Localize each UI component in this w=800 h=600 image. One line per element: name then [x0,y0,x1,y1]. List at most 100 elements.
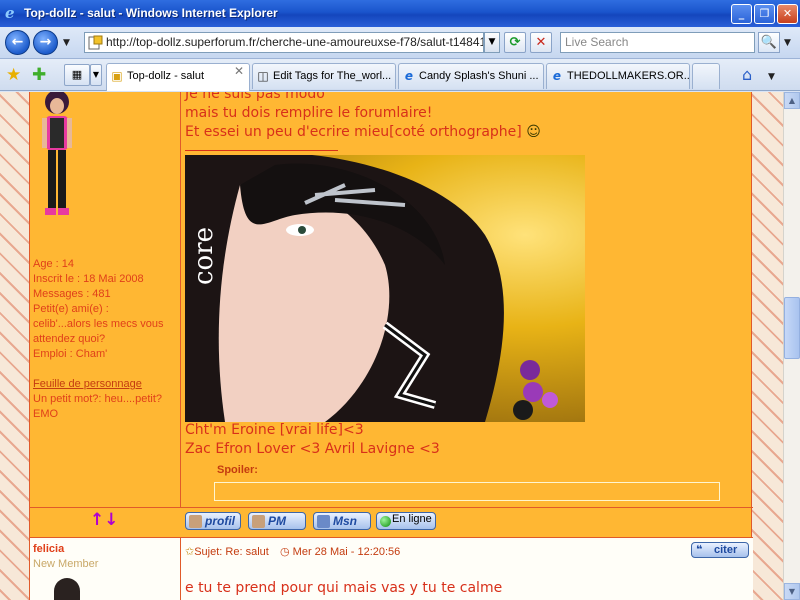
ie-logo-icon: e [5,4,15,22]
url-dropdown-icon[interactable]: ▼ [484,32,500,53]
quick-tabs-icon[interactable]: ▦ [64,64,90,86]
profile-icon [189,515,202,528]
tab-row: ★ ✚ ▦ ▼ ▣ Top-dollz - salut ✕ ◫ Edit Tag… [0,59,800,91]
tab-candy-splash[interactable]: e Candy Splash's Shuni ... [398,63,544,89]
post-line: mais tu dois remplire le forumlaire! [185,105,433,121]
subject-star-icon: ✩ [185,546,195,558]
address-bar-row: ← → ▼ http://top-dollz.superforum.fr/che… [0,27,800,59]
smiley-icon: ☺ [526,124,541,140]
next-post-row: felicia New Member ✩Sujet: Re: salut ◷ M… [30,538,753,600]
clock-icon: ◷ [280,546,290,558]
msn-icon [317,515,330,528]
close-window-button[interactable]: ✕ [777,4,798,24]
tab-ie-icon: e [404,69,414,83]
post-date: ◷ Mer 28 Mai - 12:20:56 [280,545,400,558]
pm-icon [252,515,265,528]
next-author-avatar [54,578,80,600]
back-button[interactable]: ← [5,30,30,55]
profile-button-label: profil [205,514,235,528]
sort-arrows-icon[interactable]: ↑↓ [90,510,119,530]
signature-line: Cht'm Eroine [vrai life]<3 [185,422,364,438]
online-status-label: En ligne [392,513,432,525]
favorites-star-icon[interactable]: ★ [6,65,21,85]
photo-caption: core [189,226,219,285]
forward-button[interactable]: → [33,30,58,55]
scroll-thumb[interactable] [784,297,800,359]
author-profile: Age : 14 Inscrit le : 18 Mai 2008 Messag… [33,257,179,422]
msn-button[interactable]: Msn [313,512,371,530]
next-author-name[interactable]: felicia [33,543,64,555]
refresh-button[interactable]: ⟳ [504,32,526,53]
scroll-up-icon[interactable]: ▲ [784,92,800,109]
profile-job: Emploi : Cham' [33,348,108,360]
tab-label: Candy Splash's Shuni ... [419,70,539,82]
post-body: Je ne suis pas modo mais tu dois remplir… [185,92,750,501]
post-line: Je ne suis pas modo [185,92,325,102]
next-post-text: e tu te prend pour qui mais vas y tu te … [185,580,503,596]
profile-button[interactable]: profil [185,512,241,530]
minimize-button[interactable]: _ [731,4,752,24]
quote-button[interactable]: ❝ citer [691,542,749,558]
tab-favicon-icon: ◫ [257,69,269,83]
post-line: Et essei un peu d'ecrire mieu[coté ortho… [185,123,750,142]
vertical-scrollbar[interactable]: ▲ ▼ [783,92,800,600]
home-icon[interactable]: ⌂ [742,65,752,84]
forum-post-table: Age : 14 Inscrit le : 18 Mai 2008 Messag… [29,92,753,600]
doll-avatar [42,92,72,215]
portrait-illustration [185,155,558,422]
stop-button[interactable]: ✕ [530,32,552,53]
msn-button-label: Msn [333,514,357,528]
quote-icon: ❝ [696,543,703,556]
profile-partner-value: celib'...alors les mecs vous attendez qu… [33,318,164,345]
signature-separator [185,150,338,151]
new-tab-button[interactable] [692,63,720,89]
tab-favicon-icon: ▣ [111,69,123,83]
post-line-text: Et essei un peu d'ecrire mieu[coté ortho… [185,124,522,140]
tab-thedollmakers[interactable]: e THEDOLLMAKERS.OR... [546,63,690,89]
next-author-rank: New Member [33,558,99,570]
window-title: Top-dollz - salut - Windows Internet Exp… [24,6,278,20]
tab-label: Edit Tags for The_worl... [273,70,392,82]
url-input[interactable]: http://top-dollz.superforum.fr/cherche-u… [84,32,484,53]
history-dropdown-icon[interactable]: ▼ [63,38,71,48]
row-divider [30,507,753,508]
page-favicon-icon [88,35,103,50]
search-options-icon[interactable]: ▼ [784,38,792,48]
profile-joined: Inscrit le : 18 Mai 2008 [33,273,144,285]
tab-label: Top-dollz - salut [127,70,205,82]
profile-messages: Messages : 481 [33,288,111,300]
search-button[interactable]: 🔍 [758,32,780,53]
post-date-text: Mer 28 Mai - 12:20:56 [292,546,401,558]
tab-close-icon[interactable]: ✕ [234,64,244,78]
spoiler-box[interactable] [214,482,720,501]
signature-photo: core [185,155,585,422]
profile-age: Age : 14 [33,258,74,270]
spoiler-label: Spoiler: [217,464,258,476]
signature-line: Zac Efron Lover <3 Avril Lavigne <3 [185,441,440,457]
title-bar: e Top-dollz - salut - Windows Internet E… [0,0,800,27]
profile-partner-label: Petit(e) ami(e) : [33,303,109,315]
scroll-down-icon[interactable]: ▼ [784,583,800,600]
post-subject-text: Sujet: Re: salut [194,546,269,558]
quote-button-label: citer [714,544,738,556]
character-sheet-link[interactable]: Feuille de personnage [33,377,179,392]
online-dot-icon [380,516,391,527]
page-content: Age : 14 Inscrit le : 18 Mai 2008 Messag… [0,92,783,600]
home-dropdown-icon[interactable]: ▼ [768,72,776,82]
online-status-badge: En ligne [376,512,436,530]
pm-button[interactable]: PM [248,512,306,530]
search-input[interactable]: Live Search [560,32,755,53]
post-subject: ✩Sujet: Re: salut [185,545,269,558]
tab-ie-icon: e [552,69,562,83]
tab-edit-tags[interactable]: ◫ Edit Tags for The_worl... [252,63,396,89]
tab-top-dollz[interactable]: ▣ Top-dollz - salut ✕ [106,63,250,91]
tab-label: THEDOLLMAKERS.OR... [567,70,690,82]
add-favorites-icon[interactable]: ✚ [32,65,46,85]
author-column: Age : 14 Inscrit le : 18 Mai 2008 Messag… [30,92,181,507]
profile-note: Un petit mot?: heu....petit? EMO [33,393,163,420]
pm-button-label: PM [268,514,286,528]
tab-list-dropdown-icon[interactable]: ▼ [90,64,102,86]
next-author-column: felicia New Member [30,538,181,600]
restore-button[interactable]: ❐ [754,4,775,24]
url-text: http://top-dollz.superforum.fr/cherche-u… [106,35,484,49]
